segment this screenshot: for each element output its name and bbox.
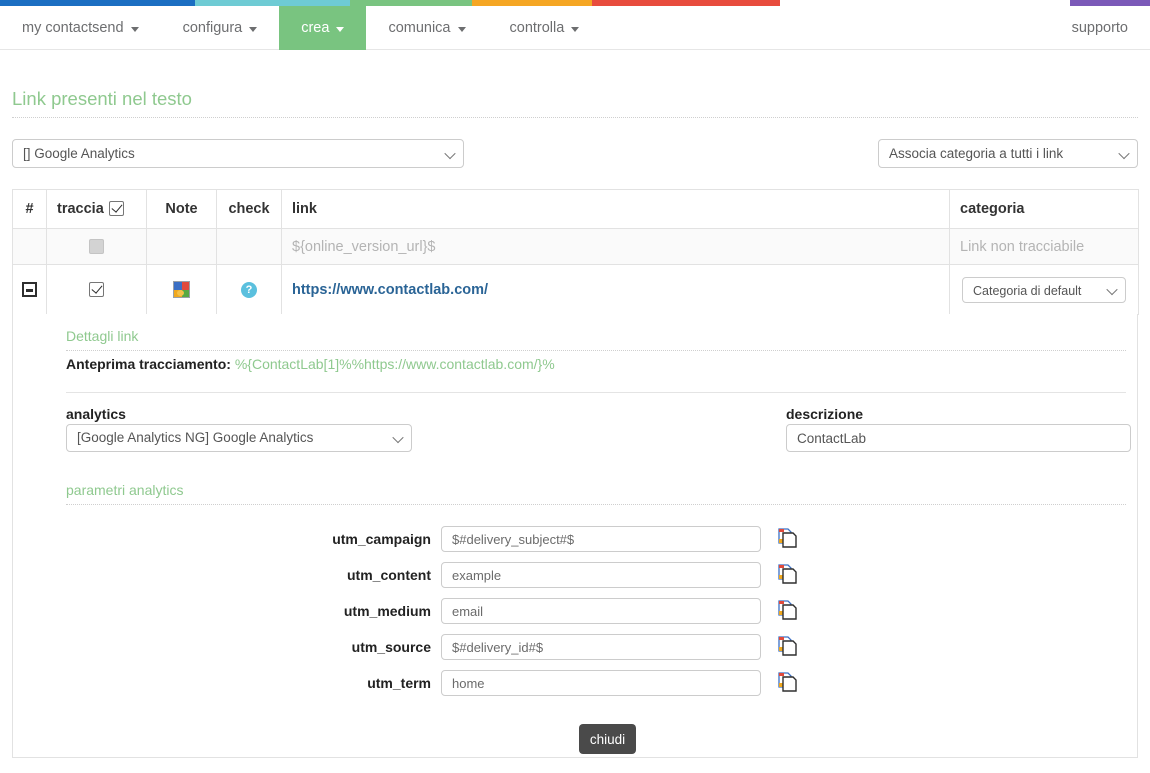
nav-item-supporto[interactable]: supporto	[1050, 6, 1150, 50]
utm-content-label: utm_content	[347, 567, 431, 583]
utm-medium-input[interactable]	[441, 598, 761, 624]
analytics-select-detail[interactable]: [Google Analytics NG] Google Analytics	[66, 424, 412, 452]
analytics-select-top[interactable]: [] Google Analytics	[12, 139, 464, 168]
utm-campaign-row: utm_campaign	[13, 526, 1137, 552]
nav-label: supporto	[1071, 20, 1128, 36]
row-category-select-control[interactable]: Categoria di default	[962, 276, 1126, 303]
links-table-body: ${online_version_url}$ Link non tracciab…	[12, 228, 1139, 315]
col-header-check: check	[216, 189, 282, 229]
col-header-categoria: categoria	[949, 189, 1139, 229]
utm-content-row: utm_content	[13, 562, 1137, 588]
traccia-select-all-checkbox[interactable]	[108, 200, 124, 216]
col-header-note: Note	[146, 189, 217, 229]
dettagli-link-divider	[66, 350, 1126, 351]
dettagli-link-heading: Dettagli link	[66, 328, 139, 344]
col-header-traccia: traccia	[46, 189, 147, 229]
table-header-row: # traccia Note check link categoria	[12, 189, 1139, 229]
row-categoria-cell: Categoria di default	[949, 264, 1139, 315]
copy-icon[interactable]	[777, 671, 797, 693]
col-header-link: link	[281, 189, 950, 229]
row-traccia-cell	[46, 264, 147, 315]
chevron-down-icon	[130, 26, 139, 32]
help-circle-icon[interactable]: ?	[241, 281, 257, 298]
nav-item-my-contactsend[interactable]: my contactsend	[0, 6, 161, 50]
link-url[interactable]: https://www.contactlab.com/	[292, 282, 488, 298]
utm-content-input[interactable]	[441, 562, 761, 588]
row-check-cell: ?	[216, 264, 282, 315]
chiudi-button[interactable]: chiudi	[579, 724, 636, 754]
category-select-top[interactable]: Associa categoria a tutti i link	[878, 139, 1138, 168]
parametri-analytics-heading: parametri analytics	[66, 482, 184, 498]
analytics-field-label: analytics	[66, 406, 126, 422]
chevron-down-icon	[249, 26, 258, 32]
traccia-checkbox[interactable]	[89, 282, 104, 298]
google-analytics-icon[interactable]	[173, 281, 190, 298]
descrizione-field-label: descrizione	[786, 406, 864, 422]
col-header-hash: #	[12, 189, 47, 229]
col-header-traccia-label: traccia	[57, 201, 104, 217]
collapse-minus-icon[interactable]	[22, 282, 37, 298]
links-table: # traccia Note check link categoria ${on…	[12, 189, 1139, 315]
copy-icon[interactable]	[777, 527, 797, 549]
nav-item-controlla[interactable]: controlla	[488, 6, 602, 50]
page-title: Link presenti nel testo	[12, 88, 192, 109]
anteprima-tracciamento-row: Anteprima tracciamento: %{ContactLab[1]%…	[66, 356, 555, 372]
row-category-select[interactable]: Categoria di default	[962, 276, 1126, 303]
utm-medium-label: utm_medium	[343, 603, 431, 619]
nav-label: configura	[182, 20, 243, 36]
category-select-top-control[interactable]: Associa categoria a tutti i link	[878, 139, 1138, 168]
links-table-head: # traccia Note check link categoria	[12, 189, 1139, 229]
utm-campaign-input[interactable]	[441, 526, 761, 552]
row-link-cell: https://www.contactlab.com/	[281, 264, 950, 315]
row-categoria-cell: Link non tracciabile	[949, 228, 1139, 265]
nav-label: comunica	[388, 20, 451, 36]
utm-campaign-label: utm_campaign	[332, 531, 431, 547]
chevron-down-icon	[457, 26, 466, 32]
row-expander-cell[interactable]	[12, 264, 47, 315]
copy-icon[interactable]	[777, 635, 797, 657]
parametri-analytics-divider	[66, 504, 1126, 505]
row-link-cell: ${online_version_url}$	[281, 228, 950, 265]
table-row-trackable: ? https://www.contactlab.com/ Categoria …	[12, 264, 1139, 315]
analytics-select-detail-control[interactable]: [Google Analytics NG] Google Analytics	[66, 424, 412, 452]
nav-item-comunica[interactable]: comunica	[366, 6, 487, 50]
row-note-cell	[146, 228, 217, 265]
utm-term-row: utm_term	[13, 670, 1137, 696]
copy-icon[interactable]	[777, 563, 797, 585]
nav-label: controlla	[509, 20, 565, 36]
anteprima-tracciamento-value: %{ContactLab[1]%%https://www.contactlab.…	[234, 356, 555, 372]
row-traccia-cell	[46, 228, 147, 265]
nav-item-crea[interactable]: crea	[279, 6, 367, 50]
traccia-checkbox-disabled	[89, 239, 104, 255]
utm-source-input[interactable]	[441, 634, 761, 660]
analytics-select-top-control[interactable]: [] Google Analytics	[12, 139, 464, 168]
chevron-down-icon	[571, 26, 580, 32]
nav-item-configura[interactable]: configura	[161, 6, 280, 50]
anteprima-tracciamento-label: Anteprima tracciamento:	[66, 356, 231, 372]
page-title-divider	[12, 117, 1138, 118]
nav-label: my contactsend	[22, 20, 124, 36]
row-expander-cell	[12, 228, 47, 265]
row-note-cell	[146, 264, 217, 315]
table-row-untrackable: ${online_version_url}$ Link non tracciab…	[12, 228, 1139, 265]
detail-divider	[66, 392, 1126, 393]
utm-term-input[interactable]	[441, 670, 761, 696]
utm-source-label: utm_source	[351, 639, 431, 655]
copy-icon[interactable]	[777, 599, 797, 621]
row-check-cell	[216, 228, 282, 265]
link-detail-panel: Dettagli link Anteprima tracciamento: %{…	[12, 314, 1138, 758]
utm-term-label: utm_term	[367, 675, 431, 691]
utm-source-row: utm_source	[13, 634, 1137, 660]
main-navbar: my contactsend configura crea comunica c…	[0, 6, 1150, 50]
descrizione-input[interactable]	[786, 424, 1131, 452]
utm-medium-row: utm_medium	[13, 598, 1137, 624]
chevron-down-icon	[336, 26, 345, 32]
nav-label: crea	[301, 20, 330, 36]
